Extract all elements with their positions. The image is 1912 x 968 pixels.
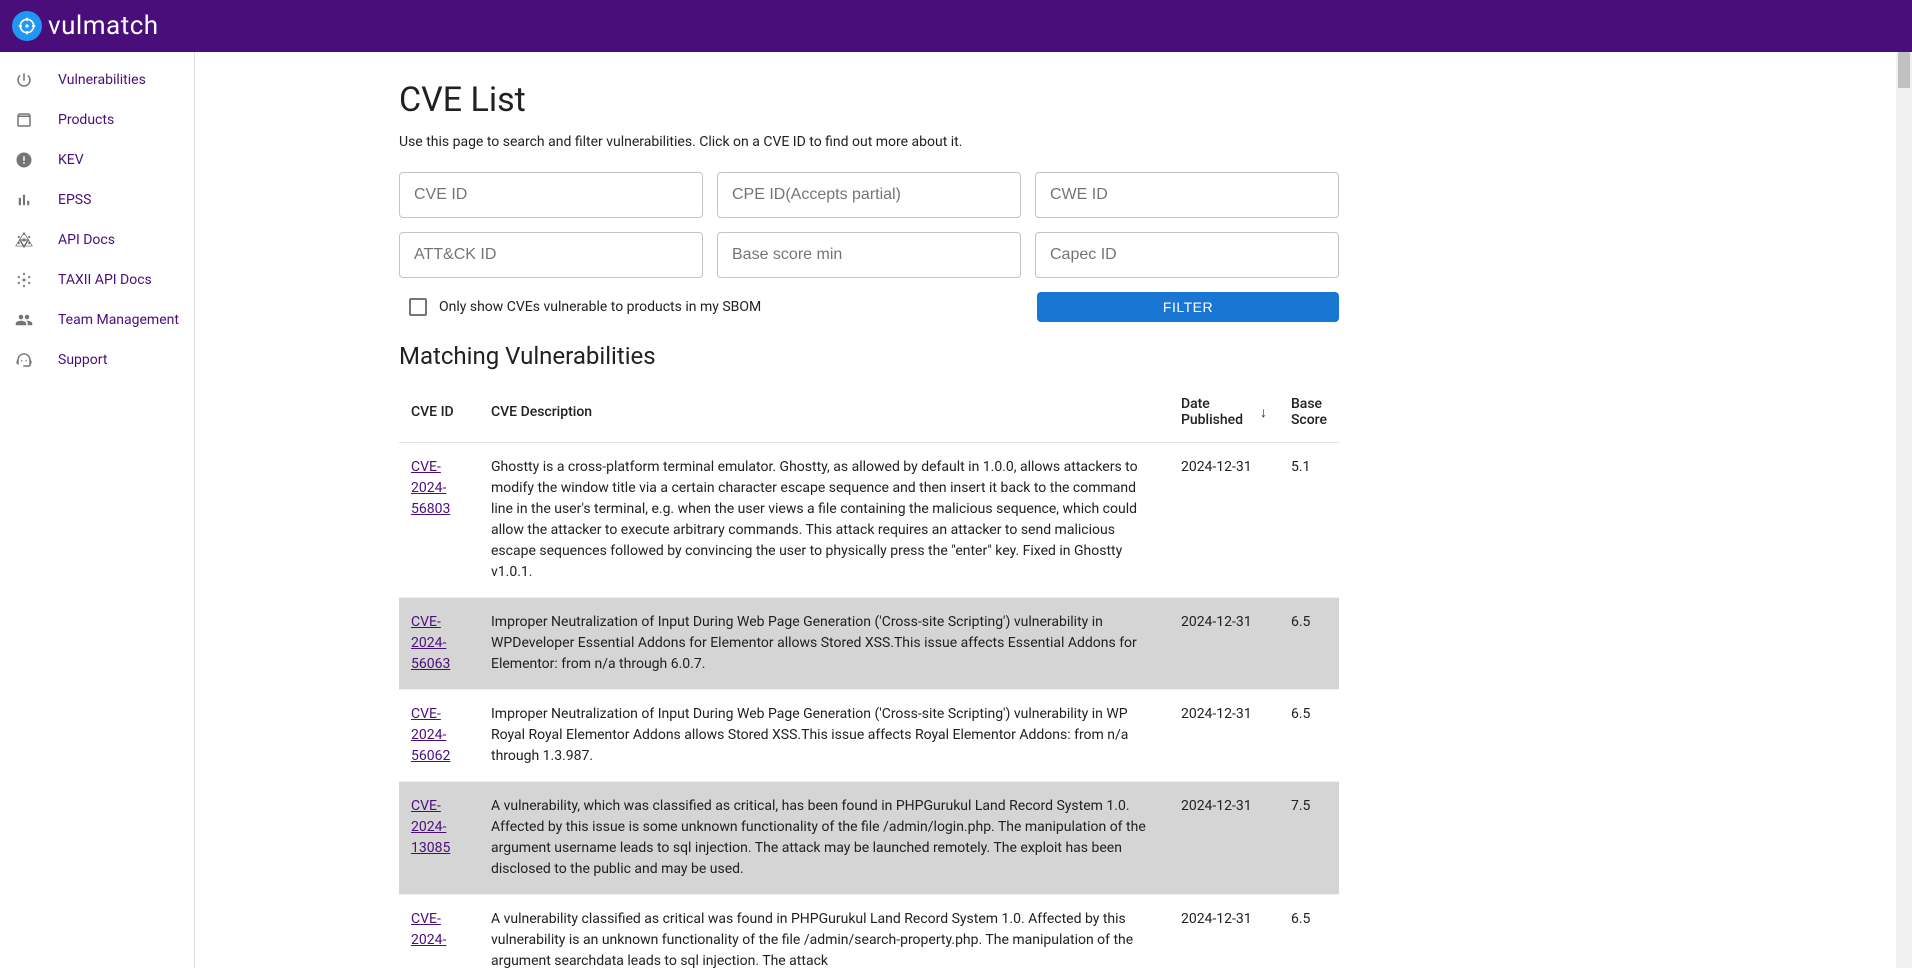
capec-id-input[interactable] bbox=[1035, 232, 1339, 278]
bar-chart-icon bbox=[14, 190, 34, 210]
sidebar-item-api-docs[interactable]: API Docs bbox=[0, 220, 194, 260]
support-icon bbox=[14, 350, 34, 370]
sidebar-item-label: Team Management bbox=[58, 312, 179, 328]
brand-name: vulmatch bbox=[48, 11, 159, 41]
sidebar-item-label: KEV bbox=[58, 152, 84, 168]
sidebar-item-products[interactable]: Products bbox=[0, 100, 194, 140]
table-row: CVE-2024-13085 A vulnerability, which wa… bbox=[399, 782, 1339, 895]
api-icon bbox=[14, 270, 34, 290]
sidebar: Vulnerabilities Products KEV EPSS API Do… bbox=[0, 52, 195, 968]
cve-desc-cell: A vulnerability classified as critical w… bbox=[479, 895, 1169, 968]
score-cell: 7.5 bbox=[1279, 782, 1339, 895]
capec-id-field bbox=[1035, 232, 1339, 278]
score-cell: 6.5 bbox=[1279, 598, 1339, 690]
date-cell: 2024-12-31 bbox=[1169, 443, 1279, 598]
sidebar-item-label: TAXII API Docs bbox=[58, 272, 152, 288]
header-base-score[interactable]: Base Score bbox=[1279, 382, 1339, 443]
cve-id-input[interactable] bbox=[399, 172, 703, 218]
base-score-field bbox=[717, 232, 1021, 278]
base-score-input[interactable] bbox=[717, 232, 1021, 278]
page-description: Use this page to search and filter vulne… bbox=[399, 134, 1339, 150]
vulnerabilities-table: CVE ID CVE Description Date Published↓ B… bbox=[399, 382, 1339, 968]
sidebar-item-team-management[interactable]: Team Management bbox=[0, 300, 194, 340]
filter-row-1 bbox=[399, 172, 1339, 218]
sbom-checkbox-wrap[interactable]: Only show CVEs vulnerable to products in… bbox=[399, 298, 761, 316]
brand-logo[interactable]: vulmatch bbox=[12, 11, 159, 41]
cve-id-field bbox=[399, 172, 703, 218]
date-cell: 2024-12-31 bbox=[1169, 895, 1279, 968]
api-icon bbox=[14, 230, 34, 250]
date-cell: 2024-12-31 bbox=[1169, 782, 1279, 895]
cve-id-link[interactable]: CVE-2024-56062 bbox=[411, 706, 450, 764]
archive-icon bbox=[14, 110, 34, 130]
table-row: CVE-2024-56063 Improper Neutralization o… bbox=[399, 598, 1339, 690]
app-header: vulmatch bbox=[0, 0, 1912, 52]
cwe-id-input[interactable] bbox=[1035, 172, 1339, 218]
cpe-id-input[interactable] bbox=[717, 172, 1021, 218]
sidebar-item-support[interactable]: Support bbox=[0, 340, 194, 380]
date-cell: 2024-12-31 bbox=[1169, 598, 1279, 690]
score-cell: 6.5 bbox=[1279, 895, 1339, 968]
sidebar-item-epss[interactable]: EPSS bbox=[0, 180, 194, 220]
cve-id-link[interactable]: CVE-2024- bbox=[411, 911, 446, 948]
attack-id-input[interactable] bbox=[399, 232, 703, 278]
scrollbar-track[interactable] bbox=[1896, 0, 1912, 968]
attack-id-field bbox=[399, 232, 703, 278]
cve-id-link[interactable]: CVE-2024-13085 bbox=[411, 798, 450, 856]
table-row: CVE-2024- A vulnerability classified as … bbox=[399, 895, 1339, 968]
sidebar-item-label: Support bbox=[58, 352, 107, 368]
sidebar-item-label: EPSS bbox=[58, 192, 91, 208]
date-cell: 2024-12-31 bbox=[1169, 690, 1279, 782]
people-icon bbox=[14, 310, 34, 330]
cve-desc-cell: Ghostty is a cross-platform terminal emu… bbox=[479, 443, 1169, 598]
section-title: Matching Vulnerabilities bbox=[399, 342, 1339, 370]
header-cve-id[interactable]: CVE ID bbox=[399, 382, 479, 443]
sidebar-item-label: Products bbox=[58, 112, 114, 128]
header-cve-desc[interactable]: CVE Description bbox=[479, 382, 1169, 443]
table-row: CVE-2024-56062 Improper Neutralization o… bbox=[399, 690, 1339, 782]
cve-desc-cell: Improper Neutralization of Input During … bbox=[479, 690, 1169, 782]
cve-id-link[interactable]: CVE-2024-56063 bbox=[411, 614, 450, 672]
power-icon bbox=[14, 70, 34, 90]
sidebar-item-label: Vulnerabilities bbox=[58, 72, 146, 88]
alert-icon bbox=[14, 150, 34, 170]
score-cell: 5.1 bbox=[1279, 443, 1339, 598]
page-title: CVE List bbox=[399, 80, 1339, 120]
score-cell: 6.5 bbox=[1279, 690, 1339, 782]
sort-desc-icon: ↓ bbox=[1260, 404, 1267, 421]
filter-button[interactable]: FILTER bbox=[1037, 292, 1339, 322]
table-row: CVE-2024-56803 Ghostty is a cross-platfo… bbox=[399, 443, 1339, 598]
sidebar-item-kev[interactable]: KEV bbox=[0, 140, 194, 180]
cve-id-link[interactable]: CVE-2024-56803 bbox=[411, 459, 450, 517]
filter-actions: Only show CVEs vulnerable to products in… bbox=[399, 292, 1339, 322]
cwe-id-field bbox=[1035, 172, 1339, 218]
cve-desc-cell: A vulnerability, which was classified as… bbox=[479, 782, 1169, 895]
checkbox-icon[interactable] bbox=[409, 298, 427, 316]
sidebar-item-taxii-api-docs[interactable]: TAXII API Docs bbox=[0, 260, 194, 300]
crosshair-icon bbox=[12, 11, 42, 41]
cve-desc-cell: Improper Neutralization of Input During … bbox=[479, 598, 1169, 690]
main-content: CVE List Use this page to search and fil… bbox=[195, 52, 1912, 968]
cpe-id-field bbox=[717, 172, 1021, 218]
sidebar-item-vulnerabilities[interactable]: Vulnerabilities bbox=[0, 60, 194, 100]
header-date-published[interactable]: Date Published↓ bbox=[1169, 382, 1279, 443]
sidebar-item-label: API Docs bbox=[58, 232, 115, 248]
filter-row-2 bbox=[399, 232, 1339, 278]
sbom-checkbox-label: Only show CVEs vulnerable to products in… bbox=[439, 299, 761, 315]
